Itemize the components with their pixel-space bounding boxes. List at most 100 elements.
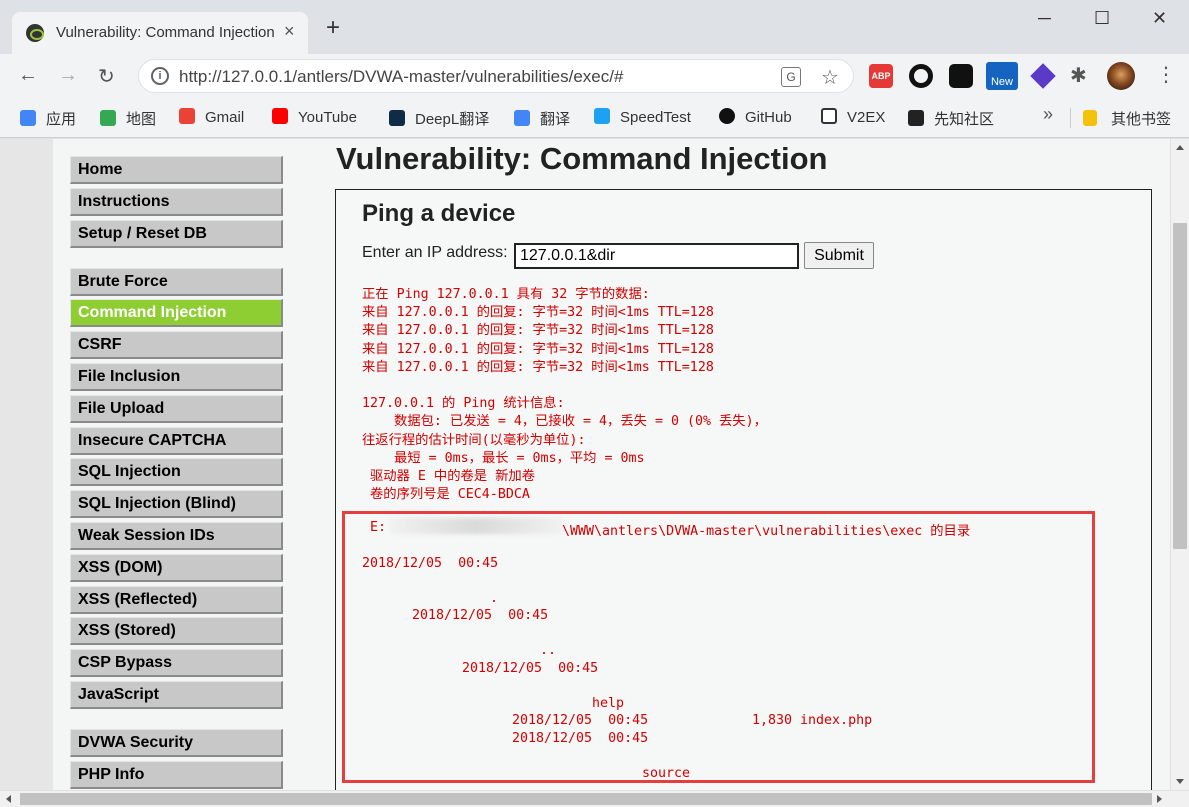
folder-icon bbox=[1083, 110, 1097, 126]
bookmarks-divider bbox=[1070, 108, 1071, 128]
menu-item-instructions[interactable]: Instructions bbox=[70, 187, 283, 216]
close-window-button[interactable]: ✕ bbox=[1152, 8, 1167, 29]
bookmark-speedtest[interactable]: SpeedTest bbox=[594, 108, 691, 126]
menu-item-dvwa-security[interactable]: DVWA Security bbox=[70, 728, 283, 757]
deepl-icon bbox=[389, 110, 405, 126]
menu-item-sql-injection[interactable]: SQL Injection bbox=[70, 458, 283, 487]
dir-entry-source: source bbox=[642, 766, 691, 781]
bookmark-youtube[interactable]: YouTube bbox=[272, 108, 357, 126]
submit-button[interactable]: Submit bbox=[804, 242, 874, 269]
bookmarks-bar: 应用 地图 Gmail YouTube DeepL翻译 翻译 SpeedTest… bbox=[0, 98, 1189, 138]
minimize-button[interactable]: ─ bbox=[1038, 8, 1051, 29]
tab-extension-icon[interactable] bbox=[949, 64, 973, 88]
menu-item-php-info[interactable]: PHP Info bbox=[70, 760, 283, 789]
ip-address-label: Enter an IP address: bbox=[362, 244, 508, 261]
dir-line: 2018/12/05 00:45 bbox=[362, 556, 499, 571]
scroll-left-arrow-icon[interactable] bbox=[6, 795, 11, 803]
tab-title: Vulnerability: Command Injection bbox=[56, 24, 275, 41]
bookmark-star-icon[interactable]: ☆ bbox=[821, 65, 839, 90]
menu-item-file-upload[interactable]: File Upload bbox=[70, 394, 283, 423]
vertical-scrollbar[interactable] bbox=[1170, 139, 1189, 790]
tab-close-icon[interactable]: × bbox=[284, 21, 295, 42]
new-extension-icon[interactable]: New bbox=[986, 62, 1018, 90]
bookmark-apps[interactable]: 应用 bbox=[20, 108, 76, 129]
translate-icon bbox=[514, 110, 530, 126]
dir-entry-help: help bbox=[592, 696, 625, 711]
ping-output: 正在 Ping 127.0.0.1 具有 32 字节的数据: 来自 127.0.… bbox=[362, 287, 767, 503]
page-title: Vulnerability: Command Injection bbox=[336, 141, 828, 176]
dir-entry-dotdot: .. bbox=[540, 643, 557, 658]
menu-item-insecure-captcha[interactable]: Insecure CAPTCHA bbox=[70, 426, 283, 455]
dir-entry-index-php: 1,830 index.php bbox=[752, 713, 873, 728]
dir-header-prefix: E: bbox=[362, 520, 387, 535]
menu-group-settings: DVWA Security PHP Info bbox=[70, 728, 283, 789]
menu-item-command-injection[interactable]: Command Injection bbox=[70, 299, 283, 328]
translate-icon[interactable]: G bbox=[781, 67, 801, 87]
redacted-path bbox=[390, 518, 562, 534]
site-info-icon[interactable]: i bbox=[151, 67, 169, 85]
bookmark-github[interactable]: GitHub bbox=[719, 108, 792, 126]
dir-header-suffix: \WWW\antlers\DVWA-master\vulnerabilities… bbox=[562, 524, 971, 539]
horizontal-scroll-thumb[interactable] bbox=[20, 793, 1152, 805]
bookmark-translate[interactable]: 翻译 bbox=[514, 108, 570, 129]
browser-toolbar: ← → ↻ i http://127.0.0.1/antlers/DVWA-ma… bbox=[0, 54, 1189, 98]
dir-line: 2018/12/05 00:45 bbox=[412, 608, 549, 623]
bookmark-deepl[interactable]: DeepL翻译 bbox=[389, 108, 489, 129]
forward-button[interactable]: → bbox=[58, 64, 78, 87]
ip-address-input[interactable] bbox=[514, 243, 799, 269]
menu-item-setup[interactable]: Setup / Reset DB bbox=[70, 219, 283, 248]
scroll-up-arrow-icon[interactable] bbox=[1176, 145, 1184, 150]
maximize-button[interactable]: ☐ bbox=[1094, 8, 1110, 29]
apps-icon bbox=[20, 110, 36, 126]
menu-group-main: Home Instructions Setup / Reset DB bbox=[70, 156, 283, 248]
dir-line: 2018/12/05 00:45 bbox=[512, 713, 649, 728]
new-tab-button[interactable]: + bbox=[326, 16, 340, 40]
menu-item-javascript[interactable]: JavaScript bbox=[70, 680, 283, 709]
menu-item-csp-bypass[interactable]: CSP Bypass bbox=[70, 649, 283, 678]
back-button[interactable]: ← bbox=[18, 64, 38, 87]
menu-item-weak-session-ids[interactable]: Weak Session IDs bbox=[70, 521, 283, 550]
horizontal-scrollbar[interactable] bbox=[0, 790, 1189, 807]
dir-line: 2018/12/05 00:45 bbox=[462, 661, 599, 676]
scroll-down-arrow-icon[interactable] bbox=[1176, 779, 1184, 784]
bookmarks-overflow-icon[interactable]: » bbox=[1043, 104, 1053, 125]
page-viewport: Home Instructions Setup / Reset DB Brute… bbox=[0, 139, 1170, 790]
bookmark-gmail[interactable]: Gmail bbox=[179, 108, 244, 126]
github-icon bbox=[719, 108, 735, 124]
scroll-right-arrow-icon[interactable] bbox=[1157, 795, 1162, 803]
browser-tab[interactable]: Vulnerability: Command Injection × bbox=[12, 12, 308, 54]
browser-menu-icon[interactable]: ⋮ bbox=[1156, 62, 1176, 86]
bookmark-xianzhi[interactable]: 先知社区 bbox=[908, 108, 994, 129]
xianzhi-icon bbox=[908, 110, 924, 126]
ring-extension-icon[interactable] bbox=[909, 64, 933, 88]
menu-item-file-inclusion[interactable]: File Inclusion bbox=[70, 362, 283, 391]
dvwa-sidebar-menu: Home Instructions Setup / Reset DB Brute… bbox=[70, 156, 283, 790]
reload-button[interactable]: ↻ bbox=[98, 64, 115, 89]
profile-avatar[interactable] bbox=[1107, 62, 1135, 90]
gmail-icon bbox=[179, 108, 195, 124]
bookmark-other[interactable]: 其他书签 bbox=[1083, 108, 1171, 129]
menu-item-xss-reflected[interactable]: XSS (Reflected) bbox=[70, 585, 283, 614]
menu-item-xss-dom[interactable]: XSS (DOM) bbox=[70, 553, 283, 582]
vulnerable-code-area: Ping a device Enter an IP address: Submi… bbox=[335, 189, 1152, 790]
cube-extension-icon[interactable] bbox=[1030, 63, 1056, 89]
dir-line: 2018/12/05 00:45 bbox=[512, 731, 649, 746]
menu-group-vulnerabilities: Brute Force Command Injection CSRF File … bbox=[70, 267, 283, 709]
url-text[interactable]: http://127.0.0.1/antlers/DVWA-master/vul… bbox=[179, 67, 623, 87]
dir-entry-dot: . bbox=[490, 591, 499, 606]
section-title: Ping a device bbox=[362, 200, 516, 227]
v2ex-icon bbox=[821, 108, 837, 124]
bookmark-v2ex[interactable]: V2EX bbox=[821, 108, 885, 126]
vertical-scroll-thumb[interactable] bbox=[1173, 223, 1187, 549]
title-bar: Vulnerability: Command Injection × + ─ ☐… bbox=[0, 0, 1189, 54]
extensions-puzzle-icon[interactable]: ✱ bbox=[1070, 63, 1087, 87]
adblock-icon[interactable]: ABP bbox=[869, 64, 893, 88]
menu-item-home[interactable]: Home bbox=[70, 156, 283, 184]
menu-item-csrf[interactable]: CSRF bbox=[70, 331, 283, 360]
address-bar[interactable]: i http://127.0.0.1/antlers/DVWA-master/v… bbox=[138, 59, 854, 93]
menu-item-brute-force[interactable]: Brute Force bbox=[70, 267, 283, 296]
dvwa-favicon-icon bbox=[26, 24, 44, 42]
menu-item-sql-injection-blind[interactable]: SQL Injection (Blind) bbox=[70, 490, 283, 519]
menu-item-xss-stored[interactable]: XSS (Stored) bbox=[70, 617, 283, 646]
bookmark-maps[interactable]: 地图 bbox=[100, 108, 156, 129]
